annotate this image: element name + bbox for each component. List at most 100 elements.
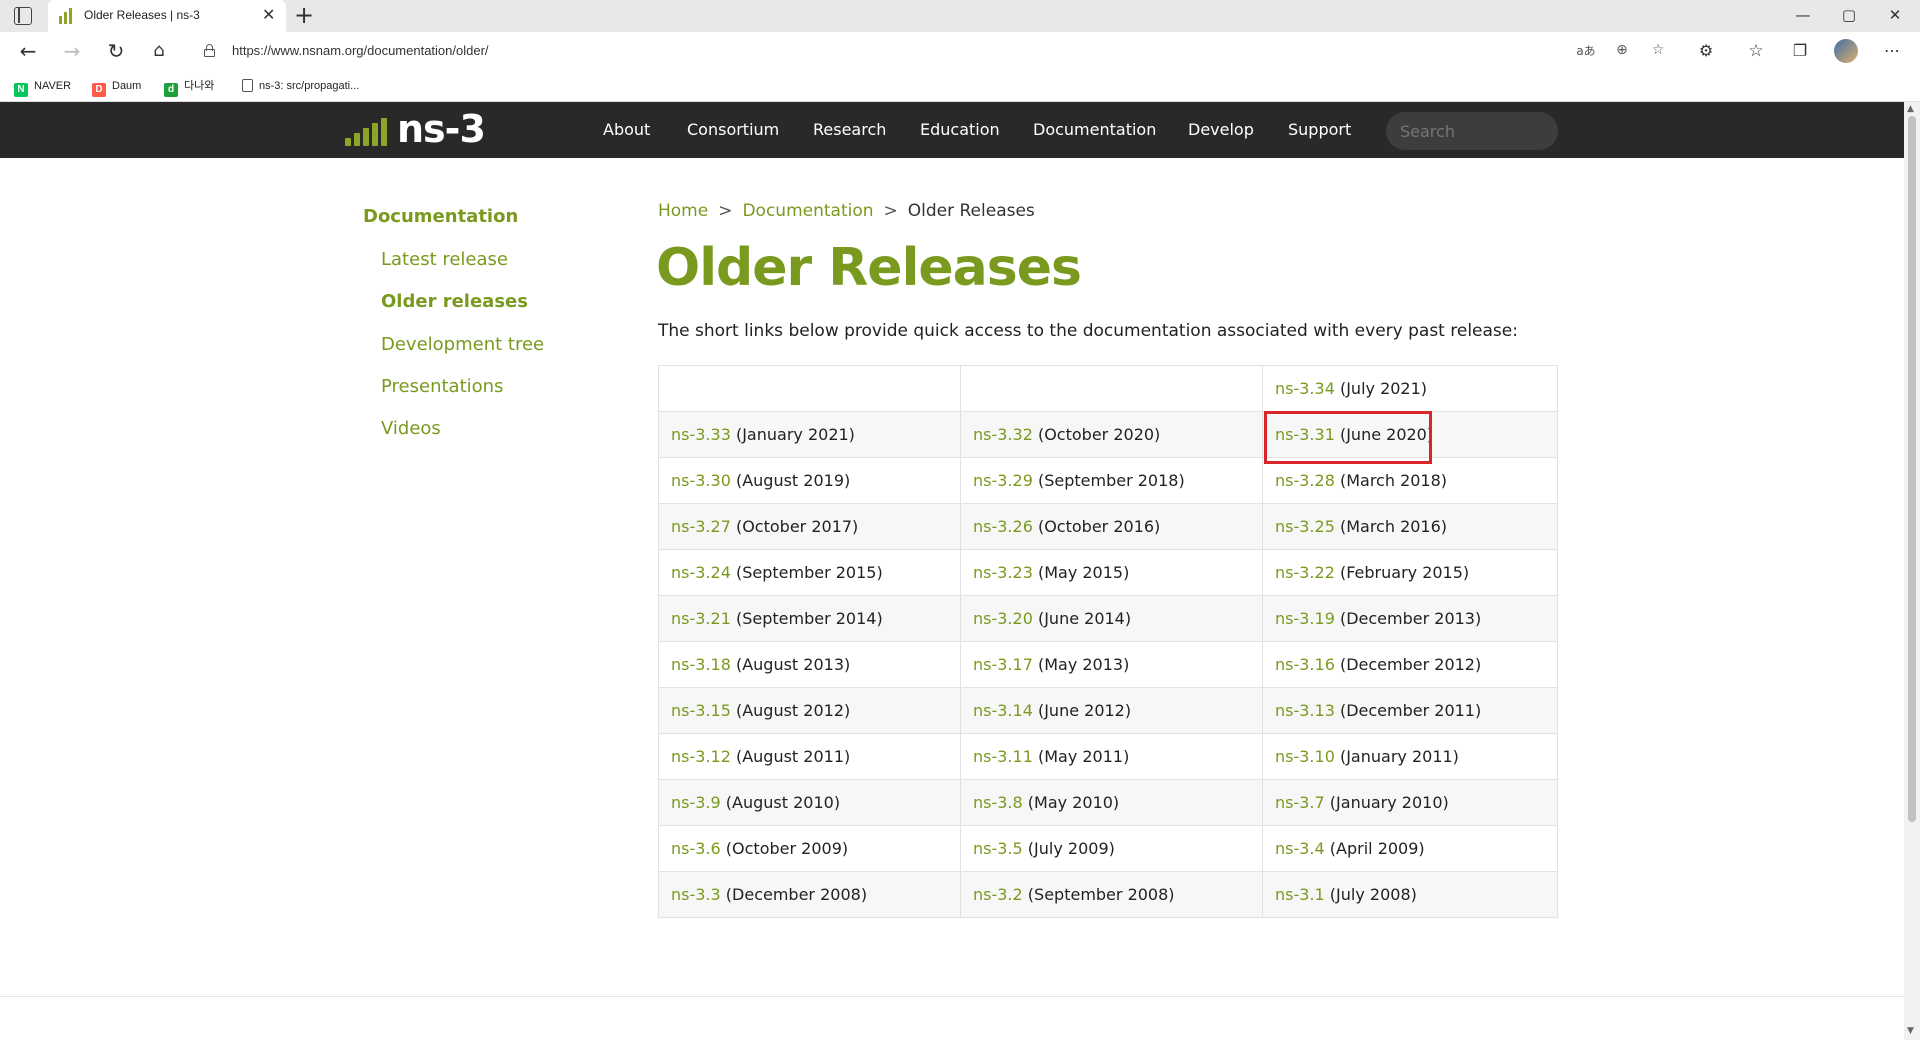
browser-tab[interactable]: Older Releases | ns-3 ✕ [48, 0, 286, 32]
close-window-button[interactable]: ✕ [1875, 4, 1915, 26]
lock-icon[interactable] [204, 44, 215, 57]
nav-documentation[interactable]: Documentation [1033, 120, 1156, 139]
release-link[interactable]: ns-3.5 [973, 839, 1023, 858]
breadcrumb-separator: > [883, 201, 898, 221]
release-link[interactable]: ns-3.18 [671, 655, 731, 674]
release-link[interactable]: ns-3.23 [973, 563, 1033, 582]
release-link[interactable]: ns-3.6 [671, 839, 721, 858]
release-date: (July 2021) [1339, 379, 1428, 398]
release-link[interactable]: ns-3.8 [973, 793, 1023, 812]
more-menu-icon[interactable]: ⋯ [1880, 39, 1904, 63]
table-cell: ns-3.26 (October 2016) [960, 503, 1263, 550]
table-cell: ns-3.23 (May 2015) [960, 549, 1263, 596]
release-link[interactable]: ns-3.15 [671, 701, 731, 720]
scrollbar[interactable]: ▲ ▼ [1904, 102, 1920, 1040]
nav-consortium[interactable]: Consortium [687, 120, 779, 139]
restore-button[interactable]: ▢ [1829, 4, 1869, 26]
sidebar-item-latest-release[interactable]: Latest release [381, 249, 508, 270]
sidebar-item-older-releases[interactable]: Older releases [381, 291, 528, 312]
naver-icon: N [14, 83, 28, 97]
release-link[interactable]: ns-3.4 [1275, 839, 1325, 858]
scroll-down-icon[interactable]: ▼ [1907, 1026, 1914, 1036]
table-cell: ns-3.14 (June 2012) [960, 687, 1263, 734]
breadcrumb-documentation[interactable]: Documentation [742, 201, 873, 221]
forward-icon[interactable]: → [60, 39, 84, 63]
table-cell: ns-3.6 (October 2009) [658, 825, 961, 872]
read-aloud-icon[interactable]: aあ [1576, 42, 1596, 59]
tab-close-icon[interactable]: ✕ [262, 5, 275, 25]
release-date: (December 2012) [1339, 655, 1482, 674]
release-date: (October 2020) [1037, 425, 1161, 444]
bookmark-naver[interactable]: N NAVER [14, 78, 71, 97]
bookmark-danawa[interactable]: d 다나와 [164, 78, 214, 97]
tab-actions-icon[interactable] [14, 7, 32, 25]
release-link[interactable]: ns-3.3 [671, 885, 721, 904]
search-input[interactable] [1386, 112, 1558, 150]
release-link[interactable]: ns-3.17 [973, 655, 1033, 674]
scroll-up-icon[interactable]: ▲ [1907, 104, 1914, 114]
profile-avatar[interactable] [1834, 39, 1858, 63]
release-link[interactable]: ns-3.21 [671, 609, 731, 628]
release-date: (March 2016) [1339, 517, 1448, 536]
release-link[interactable]: ns-3.34 [1275, 379, 1335, 398]
release-link[interactable]: ns-3.9 [671, 793, 721, 812]
release-link[interactable]: ns-3.16 [1275, 655, 1335, 674]
release-date: (May 2013) [1037, 655, 1130, 674]
bookmarks-bar: N NAVER D Daum d 다나와 ns-3: src/propagati... [0, 70, 1920, 102]
release-link[interactable]: ns-3.27 [671, 517, 731, 536]
table-cell: ns-3.8 (May 2010) [960, 779, 1263, 826]
bookmark-ns3-propagation[interactable]: ns-3: src/propagati... [242, 78, 359, 96]
nav-support[interactable]: Support [1288, 120, 1351, 139]
logo-signal-icon [345, 138, 351, 146]
sidebar-item-presentations[interactable]: Presentations [381, 376, 503, 397]
release-link[interactable]: ns-3.26 [973, 517, 1033, 536]
nav-about[interactable]: About [603, 120, 650, 139]
minimize-button[interactable]: — [1783, 4, 1823, 26]
release-link[interactable]: ns-3.2 [973, 885, 1023, 904]
reload-icon[interactable]: ↻ [104, 39, 128, 63]
release-link[interactable]: ns-3.24 [671, 563, 731, 582]
release-link[interactable]: ns-3.10 [1275, 747, 1335, 766]
release-link[interactable]: ns-3.12 [671, 747, 731, 766]
release-link[interactable]: ns-3.32 [973, 425, 1033, 444]
release-link[interactable]: ns-3.28 [1275, 471, 1335, 490]
home-icon[interactable]: ⌂ [147, 39, 171, 63]
sidebar-item-videos[interactable]: Videos [381, 418, 441, 439]
release-link[interactable]: ns-3.14 [973, 701, 1033, 720]
url-text[interactable]: https://www.nsnam.org/documentation/olde… [232, 43, 489, 58]
breadcrumb-home[interactable]: Home [658, 201, 708, 221]
bookmark-daum[interactable]: D Daum [92, 78, 141, 97]
release-link[interactable]: ns-3.33 [671, 425, 731, 444]
release-link[interactable]: ns-3.20 [973, 609, 1033, 628]
release-link[interactable]: ns-3.30 [671, 471, 731, 490]
page-title: Older Releases [656, 238, 1082, 298]
release-link[interactable]: ns-3.13 [1275, 701, 1335, 720]
back-icon[interactable]: ← [16, 39, 40, 63]
new-tab-button[interactable]: + [294, 2, 314, 28]
nav-education[interactable]: Education [920, 120, 1000, 139]
collections-icon[interactable]: ❐ [1788, 39, 1812, 63]
table-cell: ns-3.34 (July 2021) [1262, 365, 1558, 412]
release-link[interactable]: ns-3.11 [973, 747, 1033, 766]
release-date: (October 2016) [1037, 517, 1161, 536]
release-date: (March 2018) [1339, 471, 1448, 490]
scroll-thumb[interactable] [1908, 116, 1916, 822]
table-row: ns-3.21 (September 2014) ns-3.20 (June 20… [658, 595, 1558, 642]
release-date: (September 2008) [1027, 885, 1175, 904]
release-link[interactable]: ns-3.25 [1275, 517, 1335, 536]
sidebar-title[interactable]: Documentation [363, 206, 518, 227]
nav-research[interactable]: Research [813, 120, 886, 139]
favorite-add-icon[interactable]: ☆ [1648, 42, 1668, 58]
release-link[interactable]: ns-3.22 [1275, 563, 1335, 582]
release-link[interactable]: ns-3.1 [1275, 885, 1325, 904]
release-link[interactable]: ns-3.7 [1275, 793, 1325, 812]
nav-develop[interactable]: Develop [1188, 120, 1254, 139]
sidebar-item-development-tree[interactable]: Development tree [381, 334, 544, 355]
favorites-icon[interactable]: ☆ [1744, 39, 1768, 63]
release-link[interactable]: ns-3.19 [1275, 609, 1335, 628]
url-field[interactable]: https://www.nsnam.org/documentation/olde… [192, 36, 1672, 66]
release-link[interactable]: ns-3.29 [973, 471, 1033, 490]
zoom-icon[interactable]: ⊕ [1612, 42, 1632, 58]
page-icon [242, 79, 253, 92]
extensions-icon[interactable]: ⚙ [1694, 39, 1718, 63]
